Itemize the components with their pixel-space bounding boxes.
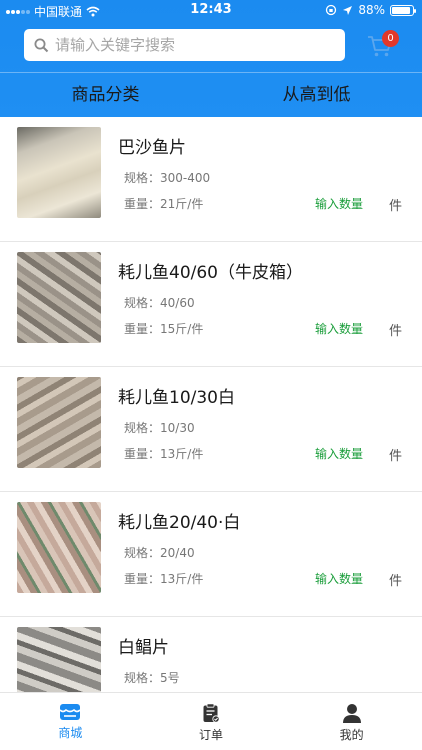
product-spec: 规格：40/60 — [124, 296, 195, 310]
bottom-nav: 商城 订单 我的 — [0, 692, 422, 750]
product-unit: 件 — [389, 449, 403, 464]
product-name: 耗儿鱼40/60（牛皮箱） — [118, 263, 303, 283]
nav-profile[interactable]: 我的 — [281, 693, 422, 750]
nav-orders[interactable]: 订单 — [141, 693, 282, 750]
location-icon — [343, 5, 353, 15]
product-spec: 规格：300-400 — [124, 171, 211, 185]
store-icon — [59, 704, 81, 720]
product-image — [17, 627, 101, 692]
product-item[interactable]: 巴沙鱼片 规格：300-400 重量：21斤/件 输入数量 件 — [0, 117, 422, 242]
status-bar: 中国联通 12:43 88% — [0, 0, 422, 22]
product-item[interactable]: 耗儿鱼10/30白 规格：10/30 重量：13斤/件 输入数量 件 — [0, 367, 422, 492]
sort-tabs: 商品分类 从高到低 — [0, 73, 422, 117]
product-weight: 重量：21斤/件 — [124, 197, 204, 211]
product-weight: 重量：13斤/件 — [124, 572, 204, 586]
product-list: 巴沙鱼片 规格：300-400 重量：21斤/件 输入数量 件 耗儿鱼40/60… — [0, 117, 422, 692]
battery-percent: 88% — [358, 3, 385, 17]
header: 中国联通 12:43 88% 请输入关键字搜索 0 商品分类 从高到低 — [0, 0, 422, 117]
search-input[interactable] — [55, 36, 335, 54]
search-box[interactable] — [24, 29, 345, 61]
quantity-input-button[interactable]: 输入数量 — [315, 445, 363, 462]
product-weight: 重量：13斤/件 — [124, 447, 204, 461]
product-unit: 件 — [389, 199, 403, 214]
product-spec: 规格：10/30 — [124, 421, 195, 435]
order-clipboard-icon — [203, 703, 220, 723]
tab-sort-high-to-low[interactable]: 从高到低 — [211, 73, 422, 117]
product-spec: 规格：5号 — [124, 671, 180, 685]
product-image — [17, 252, 101, 343]
product-weight: 重量：15斤/件 — [124, 322, 204, 336]
search-icon — [34, 38, 49, 52]
product-name: 白鲳片 — [118, 638, 169, 658]
product-image — [17, 377, 101, 468]
rotation-lock-icon — [326, 4, 337, 16]
nav-orders-label: 订单 — [199, 728, 224, 742]
cart-badge: 0 — [382, 30, 399, 47]
nav-store-label: 商城 — [58, 726, 83, 740]
quantity-input-button[interactable]: 输入数量 — [315, 570, 363, 587]
product-unit: 件 — [389, 574, 403, 589]
product-spec: 规格：20/40 — [124, 546, 195, 560]
nav-profile-label: 我的 — [339, 728, 364, 742]
product-image — [17, 502, 101, 593]
product-item[interactable]: 耗儿鱼40/60（牛皮箱） 规格：40/60 重量：15斤/件 输入数量 件 — [0, 242, 422, 367]
nav-store[interactable]: 商城 — [0, 693, 141, 750]
product-item[interactable]: 白鲳片 规格：5号 — [0, 617, 422, 692]
quantity-input-button[interactable]: 输入数量 — [315, 320, 363, 337]
product-item[interactable]: 耗儿鱼20/40·白 规格：20/40 重量：13斤/件 输入数量 件 — [0, 492, 422, 617]
product-name: 耗儿鱼10/30白 — [118, 388, 235, 408]
product-name: 耗儿鱼20/40·白 — [118, 513, 241, 533]
battery-icon — [390, 4, 416, 16]
product-name: 巴沙鱼片 — [118, 138, 186, 158]
tab-category[interactable]: 商品分类 — [0, 73, 211, 117]
product-image — [17, 127, 101, 218]
profile-icon — [342, 704, 361, 723]
quantity-input-button[interactable]: 输入数量 — [315, 195, 363, 212]
product-unit: 件 — [389, 324, 403, 339]
